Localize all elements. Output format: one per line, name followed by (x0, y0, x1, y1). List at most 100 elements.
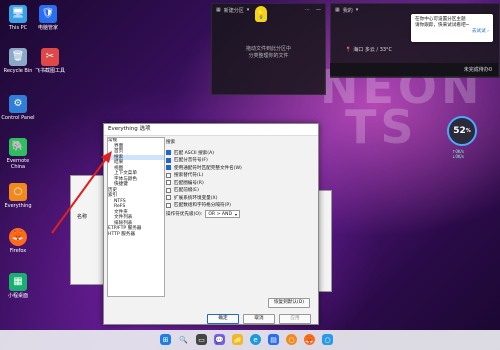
bulb-icon: 💡 (255, 6, 267, 22)
option-label: 匹配圈编号(R) (174, 180, 204, 186)
bg-window-label: 名称 (77, 214, 88, 220)
desktop-icon-evernote[interactable]: 🐘 Evernote China (0, 138, 36, 170)
grid-icon: ▦ (335, 7, 340, 13)
store-icon[interactable]: ▤ (268, 334, 279, 345)
folder-widget-empty: 拖动文件到此分区中 分类整理你的文件 (212, 46, 325, 60)
gauge-unit: % (465, 128, 471, 134)
checkbox-icon[interactable] (166, 187, 171, 193)
checkbox-checked-icon[interactable] (166, 150, 171, 156)
search-options-panel: 搜索 匹配 ASCII 搜索(A) 匹配分音符号(F) 使用通配符时匹配完整文件… (166, 137, 314, 307)
network-gauge[interactable]: 52% (447, 116, 477, 146)
option-label: 匹配数组和字符格分隔符(P) (174, 203, 231, 209)
control-panel-icon: ⚙ (9, 95, 27, 113)
checkbox-icon[interactable] (166, 202, 171, 208)
option-label: 匹配前缀(E) (174, 188, 199, 194)
option-label: 匹配 ASCII 搜索(A) (174, 150, 214, 156)
empty-text-line: 拖动文件到此分区中 (245, 46, 291, 52)
option-wildcard[interactable]: 使用通配符时匹配完整文件名(W) (166, 164, 314, 172)
empty-text-line: 分类整理你的文件 (248, 53, 289, 59)
desktop-icon-everything[interactable]: ○ Everything (0, 183, 36, 209)
task-view-icon[interactable]: ▭ (196, 334, 207, 345)
everything-taskbar-icon[interactable]: ○ (286, 334, 297, 345)
computer-icon: 🖥 (9, 5, 27, 23)
option-env-vars[interactable]: 扩展系统环境变量(X) (166, 194, 314, 202)
windows-start-icon[interactable]: ⊞ (160, 334, 171, 345)
dropdown-icon[interactable]: ▾ (356, 7, 359, 13)
download-speed: 0K/s (455, 154, 464, 159)
desktop-icon-label: Recycle Bin (3, 68, 33, 74)
desktop-icon-label: Control Panel (1, 115, 35, 121)
checkbox-checked-icon[interactable] (166, 165, 171, 171)
desktop-icon-label: 飞书截图工具 (34, 68, 65, 74)
dialog-title: Everything 选项 (104, 124, 318, 136)
checkbox-icon[interactable] (166, 180, 171, 186)
screenshot-tool-icon: ✂ (41, 48, 59, 66)
desktop-icon-recycle-bin[interactable]: 🗑 Recycle Bin (0, 48, 36, 74)
unfinished-label: 未完成待办 (463, 67, 489, 73)
option-substitute[interactable]: 搜索替代符(L) (166, 172, 314, 180)
desktop-icon-screenshot-tool[interactable]: ✂ 飞书截图工具 (32, 48, 68, 74)
desktop-icon-label: Firefox (9, 248, 27, 254)
unfinished-count: 0 (488, 66, 492, 73)
folder-partition-widget: ▦ 新建分区 ▾ ⋯ — 拖动文件到此分区中 分类整理你的文件 (211, 3, 326, 95)
operator-label: 操作符优先级(O): (166, 212, 203, 217)
option-label: 扩展系统环境变量(X) (174, 195, 218, 201)
checkbox-icon[interactable] (166, 195, 171, 201)
tip-popup: 在你中心可设置分区主题 请你跟踪，快来试试看吧~ 去试试 › (411, 14, 493, 42)
gauge-speed: ↑0K/s ↓0K/s (452, 149, 464, 159)
weather-widget-title: 我的 (342, 7, 353, 14)
restore-defaults-button[interactable]: 恢复到默认(D) (268, 298, 310, 308)
gauge-value: 52 (453, 126, 466, 136)
minimize-icon[interactable]: — (316, 7, 321, 13)
desktop-icon-pc-manager[interactable]: 🛡 电脑管家 (30, 5, 66, 31)
grid-icon: ▦ (216, 7, 221, 13)
wallpaper-text-ts: TS (345, 100, 418, 154)
checkbox-checked-icon[interactable] (166, 157, 171, 163)
everything-icon: ○ (9, 183, 27, 201)
chevron-down-icon: ▾ (235, 211, 238, 217)
option-label: 搜索替代符(L) (174, 173, 204, 179)
dropdown-icon[interactable]: ▾ (247, 7, 250, 13)
desktop-icon-label: Everything (4, 203, 32, 209)
file-explorer-icon[interactable]: 📁 (232, 334, 243, 345)
edge-icon[interactable]: e (250, 334, 261, 345)
folder-widget-title: 新建分区 (223, 7, 244, 14)
desktop-icon-label: 小程桌面 (7, 293, 28, 299)
desktop-app-icon: ▦ (9, 273, 27, 291)
search-app-icon[interactable]: ○ (322, 334, 333, 345)
options-dialog: Everything 选项 常规 界面 首页 搜索 结果 视图 上下文菜单 字体… (103, 123, 319, 325)
firefox-taskbar-icon[interactable]: 🦊 (304, 334, 315, 345)
weather-location: 海口 多云 / 33°C (353, 47, 393, 53)
operator-value: OR > AND (208, 211, 233, 217)
evernote-icon: 🐘 (9, 138, 27, 156)
taskbar: ⊞ 🔍 ▭ 💬 📁 e ▤ ○ 🦊 ○ (0, 330, 500, 350)
todo-bar: 未完成待办 0 (330, 63, 498, 76)
option-prefix[interactable]: 匹配前缀(E) (166, 187, 314, 195)
desktop-icon-label: 电脑管家 (37, 25, 58, 31)
option-circled[interactable]: 匹配圈编号(R) (166, 179, 314, 187)
option-label: 匹配分音符号(F) (174, 158, 208, 164)
option-diacritics[interactable]: 匹配分音符号(F) (166, 157, 314, 165)
checkbox-icon[interactable] (166, 172, 171, 178)
search-icon[interactable]: 🔍 (178, 334, 189, 345)
apply-button[interactable]: 应用 (279, 314, 311, 324)
options-tree[interactable]: 常规 界面 首页 搜索 结果 视图 上下文菜单 字体与颜色 快捷键 历史 索引 … (107, 137, 165, 297)
recycle-bin-icon: 🗑 (9, 48, 27, 66)
desktop-icon-firefox[interactable]: 🦊 Firefox (0, 228, 36, 254)
option-separators[interactable]: 匹配数组和字符格分隔符(P) (166, 202, 314, 210)
tree-item[interactable]: HTTP 服务器 (108, 232, 164, 238)
option-ascii[interactable]: 匹配 ASCII 搜索(A) (166, 149, 314, 157)
ok-button[interactable]: 确定 (207, 314, 239, 324)
more-icon[interactable]: ⋯ (305, 7, 310, 13)
panel-title: 搜索 (166, 140, 176, 145)
cancel-button[interactable]: 取消 (243, 314, 275, 324)
desktop-icon-control-panel[interactable]: ⚙ Control Panel (0, 95, 36, 121)
tip-action-link[interactable]: 去试试 › (415, 29, 489, 35)
chat-icon[interactable]: 💬 (214, 334, 225, 345)
firefox-icon: 🦊 (9, 228, 27, 246)
desktop-icon-label: Evernote China (6, 158, 30, 170)
option-label: 使用通配符时匹配完整文件名(W) (174, 165, 242, 171)
location-pin-icon: 📍 (345, 46, 352, 53)
desktop-icon-desktop-app[interactable]: ▦ 小程桌面 (0, 273, 36, 299)
operator-select[interactable]: OR > AND ▾ (205, 210, 241, 218)
